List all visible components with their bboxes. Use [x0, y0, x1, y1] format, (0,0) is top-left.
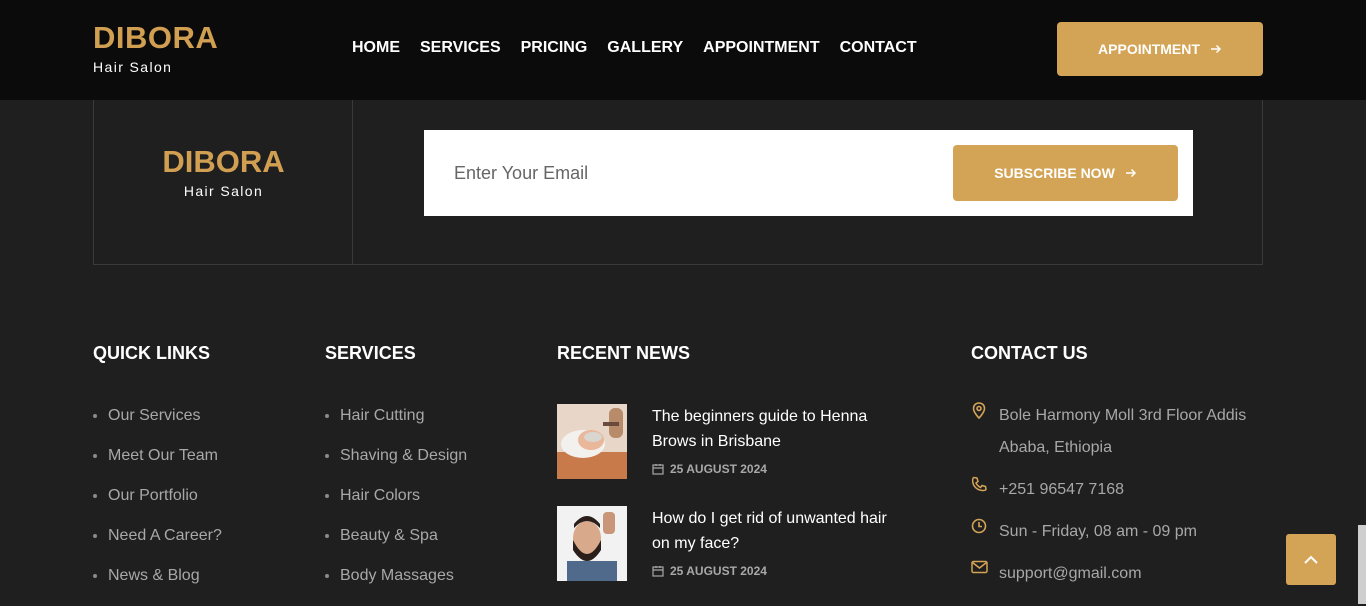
- location-pin-icon: [971, 400, 999, 464]
- scrollbar-thumb[interactable]: [1358, 525, 1366, 604]
- contact-hours: Sun - Friday, 08 am - 09 pm: [971, 516, 1271, 548]
- nav-home[interactable]: HOME: [352, 38, 400, 58]
- nav-gallery[interactable]: GALLERY: [607, 38, 683, 58]
- list-item[interactable]: Meet Our Team: [93, 446, 222, 486]
- email-text: support@gmail.com: [999, 565, 1142, 582]
- news-title[interactable]: How do I get rid of unwanted hair on my …: [652, 506, 902, 556]
- phone-text: +251 96547 7168: [999, 481, 1125, 498]
- services-list: Hair Cutting Shaving & Design Hair Color…: [325, 406, 467, 606]
- list-item[interactable]: Our Services: [93, 406, 222, 446]
- list-item[interactable]: Our Portfolio: [93, 486, 222, 526]
- services-column: SERVICES Hair Cutting Shaving & Design H…: [325, 343, 467, 606]
- subscribe-button[interactable]: SUBSCRIBE NOW: [953, 145, 1178, 201]
- quick-links-heading: QUICK LINKS: [93, 343, 210, 363]
- main-nav: HOME SERVICES PRICING GALLERY APPOINTMEN…: [352, 38, 937, 58]
- quick-links-list: Our Services Meet Our Team Our Portfolio…: [93, 406, 222, 606]
- subscribe-button-label: SUBSCRIBE NOW: [994, 165, 1115, 181]
- contact-address: Bole Harmony Moll 3rd Floor Addis Ababa,…: [971, 400, 1271, 464]
- nav-appointment[interactable]: APPOINTMENT: [703, 38, 819, 58]
- newsletter-band: DIBORA Hair Salon SUBSCRIBE NOW: [93, 100, 1263, 265]
- list-item[interactable]: Hair Cutting: [325, 406, 467, 446]
- recent-news-column: RECENT NEWS The beginners guide to Henna…: [557, 343, 917, 603]
- address-text: Bole Harmony Moll 3rd Floor Addis Ababa,…: [999, 407, 1247, 456]
- header-logo[interactable]: DIBORA Hair Salon: [93, 20, 218, 75]
- calendar-icon: [652, 464, 664, 475]
- nav-contact[interactable]: CONTACT: [840, 38, 917, 58]
- contact-heading: CONTACT US: [971, 343, 1088, 363]
- scroll-to-top-button[interactable]: [1286, 534, 1336, 585]
- footer-logo[interactable]: DIBORA Hair Salon: [94, 144, 353, 199]
- footer-logo-box: DIBORA Hair Salon: [94, 100, 353, 264]
- nav-pricing[interactable]: PRICING: [521, 38, 588, 58]
- calendar-icon: [652, 566, 664, 577]
- services-heading: SERVICES: [325, 343, 416, 363]
- arrow-right-icon: [1210, 44, 1221, 54]
- barber-beard-image: [557, 506, 627, 581]
- news-date: 25 AUGUST 2024: [652, 462, 767, 476]
- logo-subtitle: Hair Salon: [93, 59, 173, 75]
- contact-column: CONTACT US Bole Harmony Moll 3rd Floor A…: [971, 343, 1271, 603]
- nav-services[interactable]: SERVICES: [420, 38, 501, 58]
- list-item[interactable]: Need A Career?: [93, 526, 222, 566]
- email-input[interactable]: [454, 156, 924, 190]
- appointment-button-label: APPOINTMENT: [1098, 41, 1200, 57]
- spa-facial-image: [557, 404, 627, 479]
- contact-phone[interactable]: +251 96547 7168: [971, 474, 1271, 506]
- footer-logo-subtitle: Hair Salon: [183, 183, 264, 199]
- arrow-right-icon: [1125, 168, 1136, 178]
- mail-icon: [971, 558, 999, 590]
- contact-email[interactable]: support@gmail.com: [971, 558, 1271, 590]
- news-item: The beginners guide to Henna Brows in Br…: [557, 404, 917, 484]
- news-item: How do I get rid of unwanted hair on my …: [557, 506, 917, 586]
- list-item[interactable]: Body Massages: [325, 566, 467, 606]
- news-thumbnail[interactable]: [557, 506, 627, 581]
- list-item[interactable]: Shaving & Design: [325, 446, 467, 486]
- chevron-up-icon: [1304, 555, 1318, 564]
- phone-icon: [971, 474, 999, 506]
- quick-links-column: QUICK LINKS Our Services Meet Our Team O…: [93, 343, 222, 606]
- news-title[interactable]: The beginners guide to Henna Brows in Br…: [652, 404, 902, 454]
- news-thumbnail[interactable]: [557, 404, 627, 479]
- list-item[interactable]: Hair Colors: [325, 486, 467, 526]
- footer-logo-title: DIBORA: [162, 144, 285, 179]
- site-header: DIBORA Hair Salon HOME SERVICES PRICING …: [0, 0, 1366, 100]
- subscribe-form: SUBSCRIBE NOW: [424, 130, 1193, 216]
- hours-text: Sun - Friday, 08 am - 09 pm: [999, 523, 1197, 540]
- appointment-button[interactable]: APPOINTMENT: [1057, 22, 1263, 76]
- list-item[interactable]: Beauty & Spa: [325, 526, 467, 566]
- news-date: 25 AUGUST 2024: [652, 564, 767, 578]
- list-item[interactable]: News & Blog: [93, 566, 222, 606]
- logo-title: DIBORA: [93, 20, 219, 55]
- clock-icon: [971, 516, 999, 548]
- recent-news-heading: RECENT NEWS: [557, 343, 691, 363]
